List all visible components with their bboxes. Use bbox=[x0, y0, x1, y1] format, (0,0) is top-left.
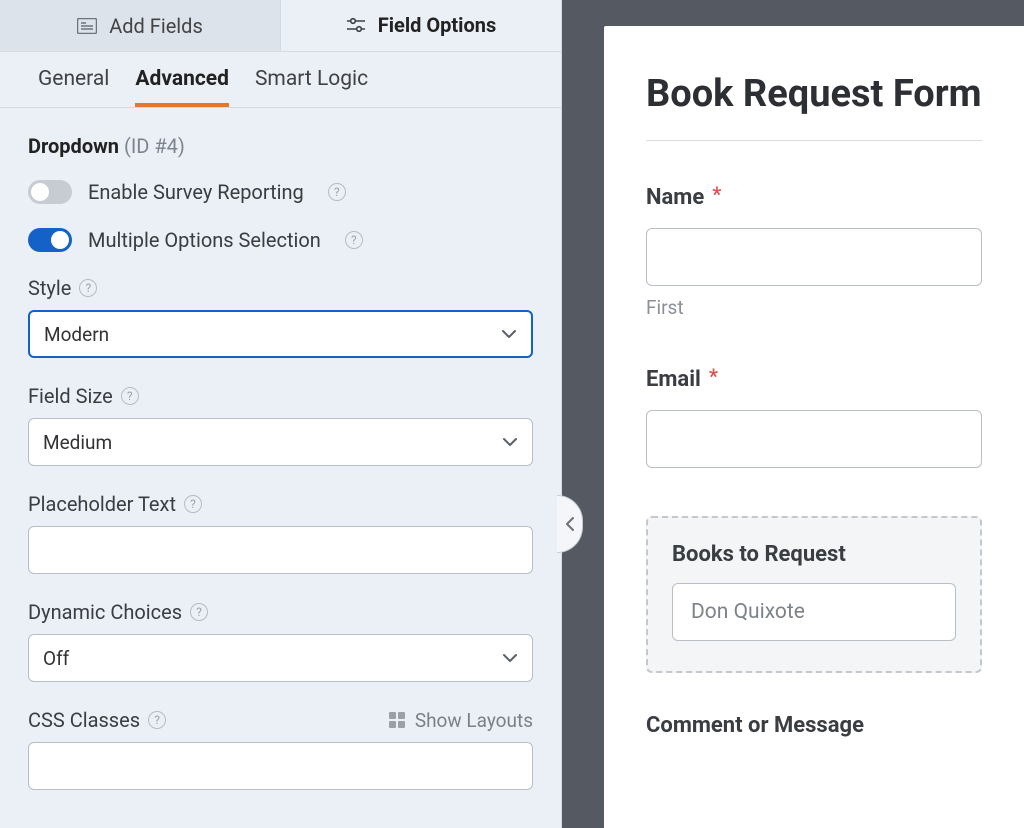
selected-field-block[interactable]: Books to Request Don Quixote bbox=[646, 516, 982, 673]
dynamic-choices-value: Off bbox=[43, 647, 69, 670]
books-dropdown[interactable]: Don Quixote bbox=[672, 583, 956, 641]
css-classes-input[interactable] bbox=[28, 742, 533, 790]
style-value: Modern bbox=[44, 323, 109, 346]
form-icon bbox=[77, 18, 97, 34]
required-asterisk: * bbox=[709, 368, 718, 384]
divider bbox=[646, 140, 982, 141]
show-layouts-button[interactable]: Show Layouts bbox=[389, 709, 533, 732]
style-label: Style bbox=[28, 276, 71, 300]
toggle-multiple-selection[interactable] bbox=[28, 228, 72, 252]
tab-field-options-label: Field Options bbox=[378, 13, 496, 37]
tab-add-fields-label: Add Fields bbox=[109, 14, 203, 38]
comment-label: Comment or Message bbox=[646, 713, 864, 738]
subtab-advanced[interactable]: Advanced bbox=[135, 53, 229, 107]
sub-tabs: General Advanced Smart Logic bbox=[0, 52, 561, 108]
toggle-survey-reporting[interactable] bbox=[28, 180, 72, 204]
name-first-input[interactable] bbox=[646, 228, 982, 286]
chevron-down-icon bbox=[502, 437, 518, 447]
dynamic-choices-label: Dynamic Choices bbox=[28, 600, 182, 624]
email-input[interactable] bbox=[646, 410, 982, 468]
field-type: Dropdown bbox=[28, 134, 119, 158]
chevron-down-icon bbox=[501, 329, 517, 339]
help-icon[interactable]: ? bbox=[148, 711, 166, 729]
css-classes-label: CSS Classes bbox=[28, 708, 140, 732]
show-layouts-label: Show Layouts bbox=[415, 709, 533, 732]
placeholder-input[interactable] bbox=[28, 526, 533, 574]
form-title: Book Request Form bbox=[646, 72, 982, 116]
chevron-down-icon bbox=[502, 653, 518, 663]
help-icon[interactable]: ? bbox=[79, 279, 97, 297]
help-icon[interactable]: ? bbox=[121, 387, 139, 405]
books-label: Books to Request bbox=[672, 542, 846, 567]
field-size-label: Field Size bbox=[28, 384, 113, 408]
required-asterisk: * bbox=[712, 186, 721, 202]
email-label: Email bbox=[646, 367, 701, 392]
sliders-icon bbox=[346, 17, 366, 33]
help-icon[interactable]: ? bbox=[328, 183, 346, 201]
field-size-select[interactable]: Medium bbox=[28, 418, 533, 466]
placeholder-label: Placeholder Text bbox=[28, 492, 176, 516]
name-first-sublabel: First bbox=[646, 296, 982, 319]
field-size-value: Medium bbox=[43, 431, 112, 454]
subtab-general[interactable]: General bbox=[38, 53, 109, 107]
help-icon[interactable]: ? bbox=[190, 603, 208, 621]
help-icon[interactable]: ? bbox=[345, 231, 363, 249]
field-title: Dropdown (ID #4) bbox=[28, 134, 533, 158]
name-label: Name bbox=[646, 185, 704, 210]
help-icon[interactable]: ? bbox=[184, 495, 202, 513]
subtab-smart-logic[interactable]: Smart Logic bbox=[255, 53, 368, 107]
tab-field-options[interactable]: Field Options bbox=[281, 0, 561, 51]
tab-add-fields[interactable]: Add Fields bbox=[0, 0, 281, 51]
form-preview: Book Request Form Name * First Email * B… bbox=[562, 0, 1024, 828]
toggle-multiple-selection-label: Multiple Options Selection bbox=[88, 228, 321, 252]
toggle-survey-reporting-label: Enable Survey Reporting bbox=[88, 180, 304, 204]
books-value: Don Quixote bbox=[691, 600, 805, 624]
grid-icon bbox=[389, 712, 405, 728]
main-tabs: Add Fields Field Options bbox=[0, 0, 561, 52]
dynamic-choices-select[interactable]: Off bbox=[28, 634, 533, 682]
style-select[interactable]: Modern bbox=[28, 310, 533, 358]
field-id: (ID #4) bbox=[124, 134, 185, 158]
